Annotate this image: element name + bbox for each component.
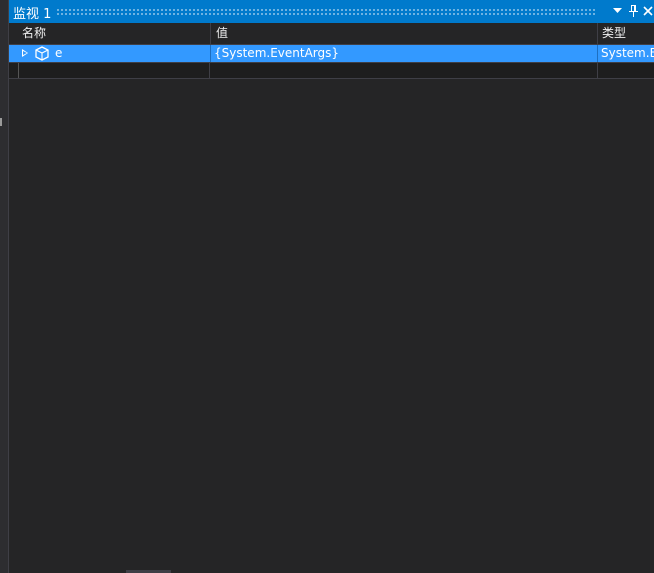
row-divider xyxy=(210,45,211,62)
panel-titlebar[interactable]: 监视 1 xyxy=(9,0,654,23)
expand-arrow-icon[interactable] xyxy=(22,49,28,57)
row-divider xyxy=(597,45,598,62)
column-header-value[interactable]: 值 xyxy=(212,23,596,44)
column-header-type[interactable]: 类型 xyxy=(598,23,654,44)
pin-icon[interactable] xyxy=(626,4,640,18)
column-header-name[interactable]: 名称 xyxy=(18,23,210,44)
edge-notch xyxy=(0,118,2,126)
close-icon[interactable] xyxy=(641,4,654,18)
column-header: 名称 值 类型 xyxy=(9,23,654,45)
object-icon xyxy=(35,46,49,61)
add-watch-row[interactable] xyxy=(9,62,654,79)
watch-type: System.EventArgs xyxy=(601,46,654,60)
panel-title: 监视 1 xyxy=(13,7,52,22)
watch-row[interactable]: e {System.EventArgs} System.EventArgs xyxy=(9,45,654,62)
titlebar-grip[interactable] xyxy=(56,8,596,15)
chevron-down-icon[interactable] xyxy=(610,4,624,18)
watch-name: e xyxy=(55,46,63,60)
left-edge-strip xyxy=(0,0,9,573)
column-splitter[interactable] xyxy=(210,23,211,44)
add-watch-input[interactable] xyxy=(18,63,210,78)
row-divider xyxy=(597,63,598,79)
watch-window: 监视 1 名称 值 类型 e {System.EventArgs} System… xyxy=(9,0,654,573)
watch-value[interactable]: {System.EventArgs} xyxy=(214,45,592,62)
